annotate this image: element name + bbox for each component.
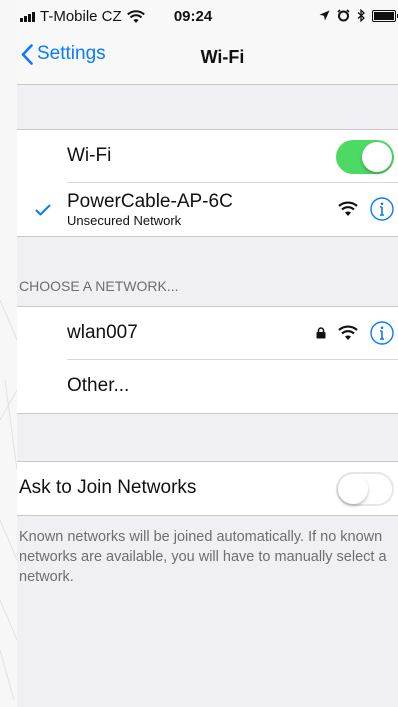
- ask-to-join-row: Ask to Join Networks: [17, 462, 398, 515]
- status-icons: [319, 9, 398, 22]
- checkmark-icon: [35, 204, 51, 216]
- other-network-row[interactable]: Other...: [17, 360, 398, 413]
- wifi-signal-icon: [338, 201, 358, 216]
- wifi-toggle[interactable]: [336, 140, 394, 174]
- ask-to-join-toggle[interactable]: [336, 472, 394, 506]
- wifi-status-icon: [126, 9, 145, 23]
- status-bar: T-Mobile CZ 09:24: [17, 0, 398, 34]
- carrier-name: T-Mobile CZ: [40, 8, 122, 25]
- network-icons: [316, 321, 394, 345]
- navigation-bar: Settings Wi-Fi: [17, 34, 398, 85]
- signal-strength-icon: [20, 11, 35, 22]
- page-title: Wi-Fi: [200, 47, 245, 67]
- other-network-label: Other...: [67, 375, 130, 396]
- ask-to-join-group: Ask to Join Networks: [17, 461, 398, 516]
- connected-network-name: PowerCable-AP-6C: [67, 191, 233, 212]
- networks-group: wlan007 Other...: [17, 306, 398, 414]
- connected-network-row[interactable]: PowerCable-AP-6C Unsecured Network: [17, 183, 398, 236]
- alarm-icon: [337, 9, 350, 22]
- ask-to-join-label: Ask to Join Networks: [19, 477, 197, 498]
- choose-network-header: CHOOSE A NETWORK...: [19, 278, 179, 294]
- phone-screen: T-Mobile CZ 09:24 Settings Wi-Fi Wi-Fi P…: [17, 0, 398, 707]
- wifi-signal-icon: [338, 325, 358, 340]
- toggle-knob: [338, 474, 368, 504]
- carrier-info: T-Mobile CZ: [20, 8, 145, 25]
- wifi-toggle-row: Wi-Fi: [17, 130, 398, 183]
- wifi-group: Wi-Fi PowerCable-AP-6C Unsecured Network: [17, 129, 398, 237]
- ask-to-join-description: Known networks will be joined automatica…: [19, 529, 387, 585]
- battery-icon: [372, 9, 398, 22]
- network-name: wlan007: [67, 322, 138, 343]
- lock-icon: [316, 327, 326, 339]
- info-icon[interactable]: [370, 321, 394, 345]
- network-row-wlan007[interactable]: wlan007: [17, 307, 398, 360]
- info-icon[interactable]: [370, 197, 394, 221]
- toggle-knob: [362, 142, 392, 172]
- connected-network-subtitle: Unsecured Network: [67, 213, 182, 228]
- bluetooth-icon: [357, 9, 365, 22]
- connected-network-icons: [338, 197, 394, 221]
- status-time: 09:24: [173, 8, 213, 25]
- wifi-label: Wi-Fi: [67, 145, 112, 166]
- location-arrow-icon: [319, 10, 330, 21]
